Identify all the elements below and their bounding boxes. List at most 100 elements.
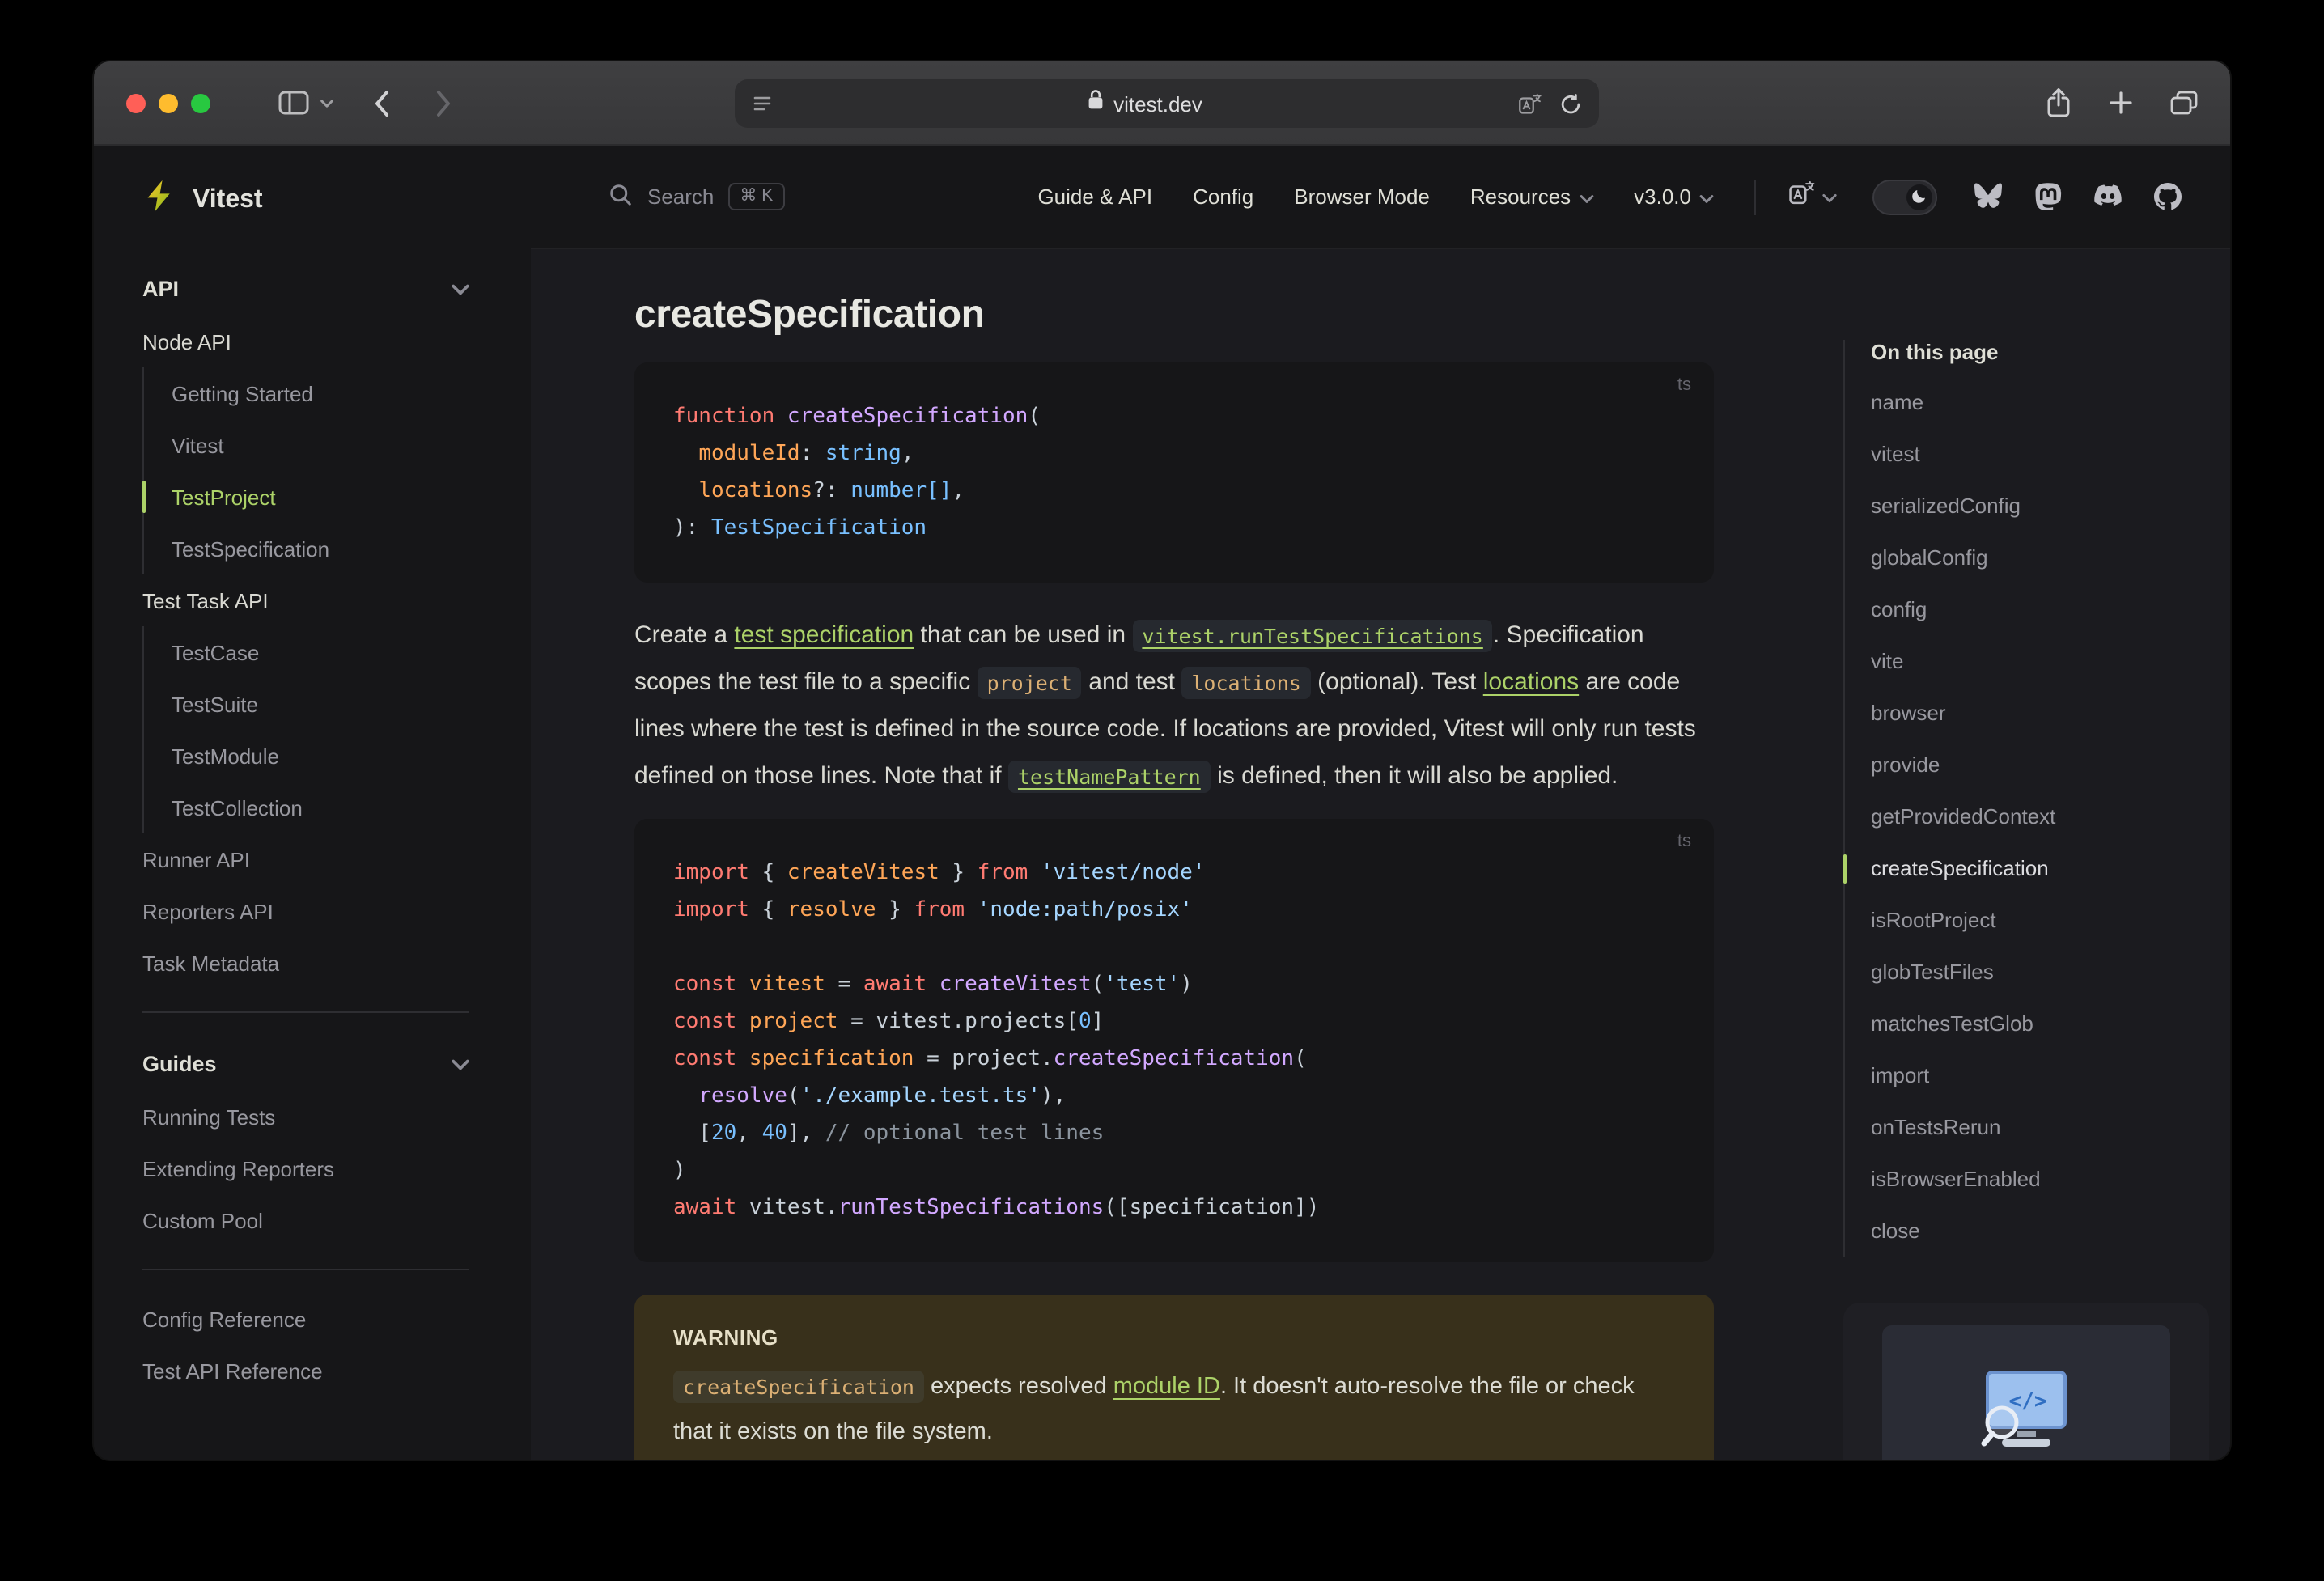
theme-toggle[interactable] bbox=[1872, 179, 1937, 214]
sidebar-item-testproject[interactable]: TestProject bbox=[142, 471, 469, 523]
sidebar-item-task-metadata[interactable]: Task Metadata bbox=[142, 937, 469, 989]
outline-item-name[interactable]: name bbox=[1871, 377, 2209, 429]
sidebar-item-reporters-api[interactable]: Reporters API bbox=[142, 885, 469, 937]
chevron-down-icon[interactable] bbox=[320, 98, 333, 108]
text-run: expects resolved bbox=[924, 1374, 1113, 1400]
outline-item-provide[interactable]: provide bbox=[1871, 740, 2209, 791]
zoom-button[interactable] bbox=[191, 93, 210, 112]
search-label: Search bbox=[647, 184, 715, 209]
sidebar-item-api[interactable]: API bbox=[142, 261, 469, 316]
close-button[interactable] bbox=[126, 93, 146, 112]
translate-icon[interactable] bbox=[1518, 91, 1542, 116]
divider bbox=[1754, 179, 1756, 214]
social-links bbox=[1973, 182, 2182, 211]
reload-icon[interactable] bbox=[1560, 93, 1581, 114]
moon-icon bbox=[1911, 182, 1927, 211]
sidebar-item-extending-reporters[interactable]: Extending Reporters bbox=[142, 1142, 469, 1194]
minimize-button[interactable] bbox=[159, 93, 178, 112]
github-icon[interactable] bbox=[2154, 183, 2182, 210]
sidebar-item-config-reference[interactable]: Config Reference bbox=[142, 1293, 469, 1345]
address-bar[interactable]: vitest.dev bbox=[735, 79, 1599, 128]
sidebar-item-running-tests[interactable]: Running Tests bbox=[142, 1091, 469, 1142]
page-content: createSpecification ts function createSp… bbox=[531, 249, 2230, 1460]
outline-item-close[interactable]: close bbox=[1871, 1206, 2209, 1257]
discord-icon[interactable] bbox=[2093, 184, 2123, 209]
main-column: Search ⌘ K Guide & API Config Browser Mode… bbox=[531, 146, 2230, 1460]
sidebar-item-testsuite[interactable]: TestSuite bbox=[144, 678, 469, 730]
outline-item-isrootproject[interactable]: isRootProject bbox=[1871, 895, 2209, 947]
outline-list: On this page name vitest serializedConfig g… bbox=[1843, 340, 2209, 1257]
sidebar-item-guides[interactable]: Guides bbox=[142, 1036, 469, 1091]
code-line: resolve('./example.test.ts'), bbox=[698, 1084, 1067, 1108]
sidebar-toggle-icon[interactable] bbox=[278, 91, 309, 115]
share-icon[interactable] bbox=[2046, 87, 2072, 118]
nav-link-v3-0-0[interactable]: v3.0.0 bbox=[1634, 184, 1714, 209]
warning-title: WARNING bbox=[673, 1325, 778, 1350]
sidebar-item-test-api-reference[interactable]: Test API Reference bbox=[142, 1345, 469, 1397]
toolbar-actions bbox=[2046, 87, 2198, 118]
outline-item-config[interactable]: config bbox=[1871, 584, 2209, 636]
chevron-down-icon bbox=[1699, 184, 1714, 209]
language-menu[interactable] bbox=[1788, 179, 1837, 214]
page-settings-icon[interactable] bbox=[753, 94, 772, 113]
outline-item-isbrowserenabled[interactable]: isBrowserEnabled bbox=[1871, 1154, 2209, 1206]
outline-item-import[interactable]: import bbox=[1871, 1050, 2209, 1102]
ad-image: </> bbox=[1882, 1325, 2170, 1460]
code-lang-label: ts bbox=[1677, 832, 1691, 851]
outline-item-matchestestglob[interactable]: matchesTestGlob bbox=[1871, 998, 2209, 1050]
sidebar-divider bbox=[142, 1011, 469, 1013]
sidebar: Vitest API Node API Getting Started Vitest T… bbox=[94, 146, 531, 1460]
sidebar-item-custom-pool[interactable]: Custom Pool bbox=[142, 1194, 469, 1246]
new-tab-icon[interactable] bbox=[2109, 91, 2133, 115]
warning-text: createSpecification expects resolved mod… bbox=[673, 1364, 1675, 1455]
nav-link-browser-mode[interactable]: Browser Mode bbox=[1294, 184, 1430, 209]
outline-item-createspecification[interactable]: createSpecification bbox=[1843, 843, 2209, 895]
sidebar-item-runner-api[interactable]: Runner API bbox=[142, 833, 469, 885]
nav-link-guide-api[interactable]: Guide & API bbox=[1037, 184, 1152, 209]
back-button[interactable] bbox=[372, 88, 390, 117]
nav-link-resources[interactable]: Resources bbox=[1470, 184, 1593, 209]
chevron-down-icon bbox=[1822, 182, 1837, 211]
ad-card[interactable]: </> bbox=[1843, 1303, 2209, 1460]
inline-link[interactable]: test specification bbox=[734, 621, 914, 649]
code-line: function createSpecification( bbox=[673, 405, 1041, 429]
bluesky-icon[interactable] bbox=[1973, 183, 2004, 210]
outline-item-vitest[interactable]: vitest bbox=[1871, 429, 2209, 481]
inline-code-link[interactable]: vitest.runTestSpecifications bbox=[1132, 619, 1493, 651]
outline-item-getprovidedcontext[interactable]: getProvidedContext bbox=[1871, 791, 2209, 843]
paragraph: Create a test specification that can be … bbox=[634, 612, 1714, 799]
outline-items: name vitest serializedConfig globalConfig co… bbox=[1843, 377, 2209, 1257]
chevron-down-icon bbox=[1579, 184, 1593, 209]
code-line: import { createVitest } from 'vitest/nod… bbox=[673, 861, 1206, 885]
sidebar-item-testcollection[interactable]: TestCollection bbox=[144, 782, 469, 833]
brand-name: Vitest bbox=[193, 185, 263, 213]
forward-button[interactable] bbox=[435, 88, 453, 117]
text-run: and test bbox=[1081, 668, 1182, 696]
vitest-logo-icon bbox=[142, 178, 178, 222]
sidebar-item-testcase[interactable]: TestCase bbox=[144, 626, 469, 678]
sidebar-item-testmodule[interactable]: TestModule bbox=[144, 730, 469, 782]
outline-item-serializedconfig[interactable]: serializedConfig bbox=[1871, 481, 2209, 532]
inline-link[interactable]: locations bbox=[1483, 668, 1579, 696]
inline-code-link[interactable]: testNamePattern bbox=[1007, 760, 1211, 792]
sidebar-item-getting-started[interactable]: Getting Started bbox=[144, 367, 469, 419]
text-run: is defined, then it will also be applied… bbox=[1210, 762, 1618, 790]
sidebar-item-vitest[interactable]: Vitest bbox=[144, 419, 469, 471]
outline-item-browser[interactable]: browser bbox=[1871, 688, 2209, 740]
outline-item-vite[interactable]: vite bbox=[1871, 636, 2209, 688]
nav-link-config[interactable]: Config bbox=[1193, 184, 1253, 209]
sidebar-item-test-task-api[interactable]: Test Task API bbox=[142, 574, 469, 626]
brand[interactable]: Vitest bbox=[94, 146, 531, 238]
outline-item-globtestfiles[interactable]: globTestFiles bbox=[1871, 947, 2209, 998]
sidebar-item-node-api[interactable]: Node API bbox=[142, 316, 469, 367]
sidebar-item-testspecification[interactable]: TestSpecification bbox=[144, 523, 469, 574]
outline-item-globalconfig[interactable]: globalConfig bbox=[1871, 532, 2209, 584]
code-line: ): TestSpecification bbox=[673, 516, 927, 540]
inline-link[interactable]: module ID bbox=[1113, 1374, 1220, 1400]
tab-overview-icon[interactable] bbox=[2170, 91, 2198, 115]
code-line: locations?: number[], bbox=[698, 479, 965, 503]
outline-item-ontestsrerun[interactable]: onTestsRerun bbox=[1871, 1102, 2209, 1154]
sidebar-controls bbox=[278, 91, 333, 115]
mastodon-icon[interactable] bbox=[2034, 182, 2062, 211]
search-button[interactable]: Search ⌘ K bbox=[609, 182, 785, 211]
